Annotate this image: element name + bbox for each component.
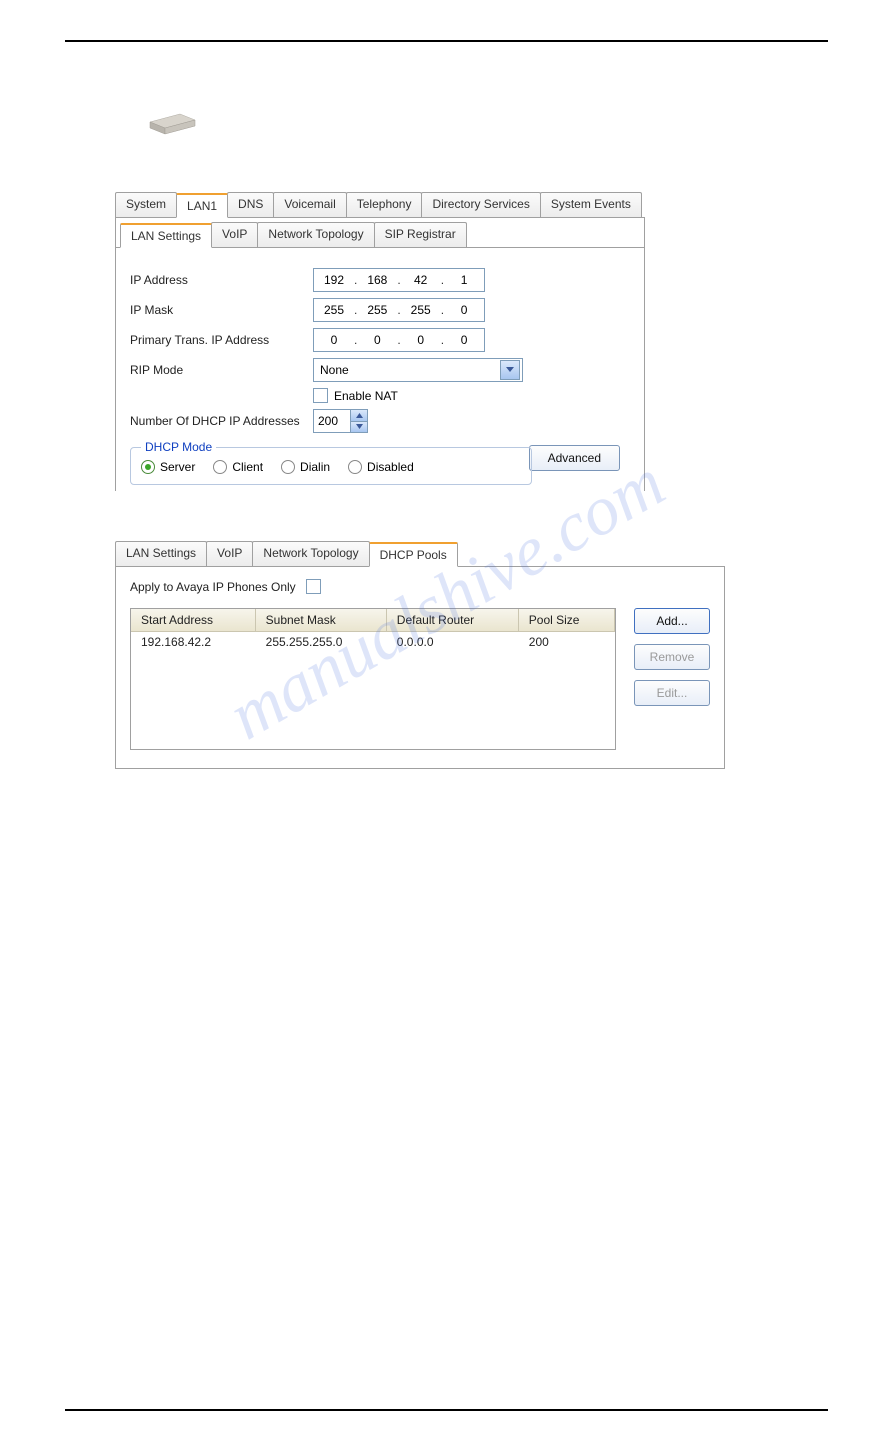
- subtab-lan-settings[interactable]: LAN Settings: [120, 223, 212, 248]
- label-ip-address: IP Address: [130, 273, 305, 287]
- top-tab-row: System LAN1 DNS Voicemail Telephony Dire…: [115, 192, 828, 217]
- top-rule: [65, 40, 828, 42]
- input-num-dhcp[interactable]: [313, 409, 368, 433]
- rip-mode-value: None: [320, 363, 349, 377]
- label-enable-nat: Enable NAT: [334, 389, 398, 403]
- ip-mask-oct4[interactable]: [446, 300, 482, 320]
- remove-button[interactable]: Remove: [634, 644, 710, 670]
- primary-trans-oct4[interactable]: [446, 330, 482, 350]
- cell-start-address: 192.168.42.2: [131, 632, 255, 653]
- input-primary-trans[interactable]: . . .: [313, 328, 485, 352]
- ip-mask-oct1[interactable]: [316, 300, 352, 320]
- chevron-down-icon: [356, 424, 363, 429]
- col-subnet-mask[interactable]: Subnet Mask: [255, 609, 386, 632]
- checkbox-enable-nat[interactable]: [313, 388, 328, 403]
- tab-directory-services[interactable]: Directory Services: [421, 192, 540, 217]
- radio-disabled[interactable]: Disabled: [348, 460, 414, 474]
- col-start-address[interactable]: Start Address: [131, 609, 255, 632]
- label-num-dhcp: Number Of DHCP IP Addresses: [130, 414, 305, 428]
- cell-subnet-mask: 255.255.255.0: [255, 632, 386, 653]
- radio-server-label: Server: [160, 460, 195, 474]
- ip-mask-oct3[interactable]: [403, 300, 439, 320]
- radio-dialin-label: Dialin: [300, 460, 330, 474]
- label-ip-mask: IP Mask: [130, 303, 305, 317]
- col-pool-size[interactable]: Pool Size: [518, 609, 614, 632]
- tab-voicemail[interactable]: Voicemail: [273, 192, 346, 217]
- ip-address-oct3[interactable]: [403, 270, 439, 290]
- tab-dns[interactable]: DNS: [227, 192, 274, 217]
- primary-trans-oct2[interactable]: [359, 330, 395, 350]
- device-icon: [140, 102, 200, 142]
- tab-telephony[interactable]: Telephony: [346, 192, 423, 217]
- chevron-down-icon: [506, 367, 514, 373]
- select-rip-mode[interactable]: None: [313, 358, 523, 382]
- ip-mask-oct2[interactable]: [359, 300, 395, 320]
- subtab2-voip[interactable]: VoIP: [206, 541, 253, 566]
- table-row[interactable]: 192.168.42.2 255.255.255.0 0.0.0.0 200: [131, 632, 615, 653]
- subtab2-lan-settings[interactable]: LAN Settings: [115, 541, 207, 566]
- ip-address-oct2[interactable]: [359, 270, 395, 290]
- cell-default-router: 0.0.0.0: [386, 632, 518, 653]
- input-ip-mask[interactable]: . . .: [313, 298, 485, 322]
- ip-address-oct4[interactable]: [446, 270, 482, 290]
- radio-dialin[interactable]: Dialin: [281, 460, 330, 474]
- radio-client[interactable]: Client: [213, 460, 263, 474]
- primary-trans-oct3[interactable]: [403, 330, 439, 350]
- tab-system-events[interactable]: System Events: [540, 192, 642, 217]
- input-ip-address[interactable]: . . .: [313, 268, 485, 292]
- subtab-network-topology[interactable]: Network Topology: [257, 222, 374, 247]
- checkbox-apply-avaya[interactable]: [306, 579, 321, 594]
- tab-system[interactable]: System: [115, 192, 177, 217]
- radio-client-label: Client: [232, 460, 263, 474]
- subtab-sip-registrar[interactable]: SIP Registrar: [374, 222, 467, 247]
- subtab-voip[interactable]: VoIP: [211, 222, 258, 247]
- subtab2-dhcp-pools[interactable]: DHCP Pools: [369, 542, 458, 567]
- num-dhcp-value[interactable]: [314, 410, 350, 432]
- label-rip-mode: RIP Mode: [130, 363, 305, 377]
- dhcp-pools-table: Start Address Subnet Mask Default Router…: [130, 608, 616, 750]
- label-apply-avaya: Apply to Avaya IP Phones Only: [130, 580, 296, 594]
- label-primary-trans: Primary Trans. IP Address: [130, 333, 305, 347]
- num-dhcp-down[interactable]: [351, 422, 367, 433]
- advanced-button[interactable]: Advanced: [529, 445, 620, 471]
- edit-button[interactable]: Edit...: [634, 680, 710, 706]
- rip-mode-dropdown-button[interactable]: [500, 360, 520, 380]
- radio-disabled-label: Disabled: [367, 460, 414, 474]
- num-dhcp-up[interactable]: [351, 410, 367, 422]
- subtab2-network-topology[interactable]: Network Topology: [252, 541, 369, 566]
- legend-dhcp-mode: DHCP Mode: [141, 440, 216, 454]
- tab-lan1[interactable]: LAN1: [176, 193, 228, 218]
- cell-pool-size: 200: [518, 632, 614, 653]
- add-button[interactable]: Add...: [634, 608, 710, 634]
- chevron-up-icon: [356, 413, 363, 418]
- col-default-router[interactable]: Default Router: [386, 609, 518, 632]
- ip-address-oct1[interactable]: [316, 270, 352, 290]
- radio-server[interactable]: Server: [141, 460, 195, 474]
- bottom-rule: [65, 1409, 828, 1411]
- fieldset-dhcp-mode: DHCP Mode Server Client Dialin: [130, 447, 532, 485]
- primary-trans-oct1[interactable]: [316, 330, 352, 350]
